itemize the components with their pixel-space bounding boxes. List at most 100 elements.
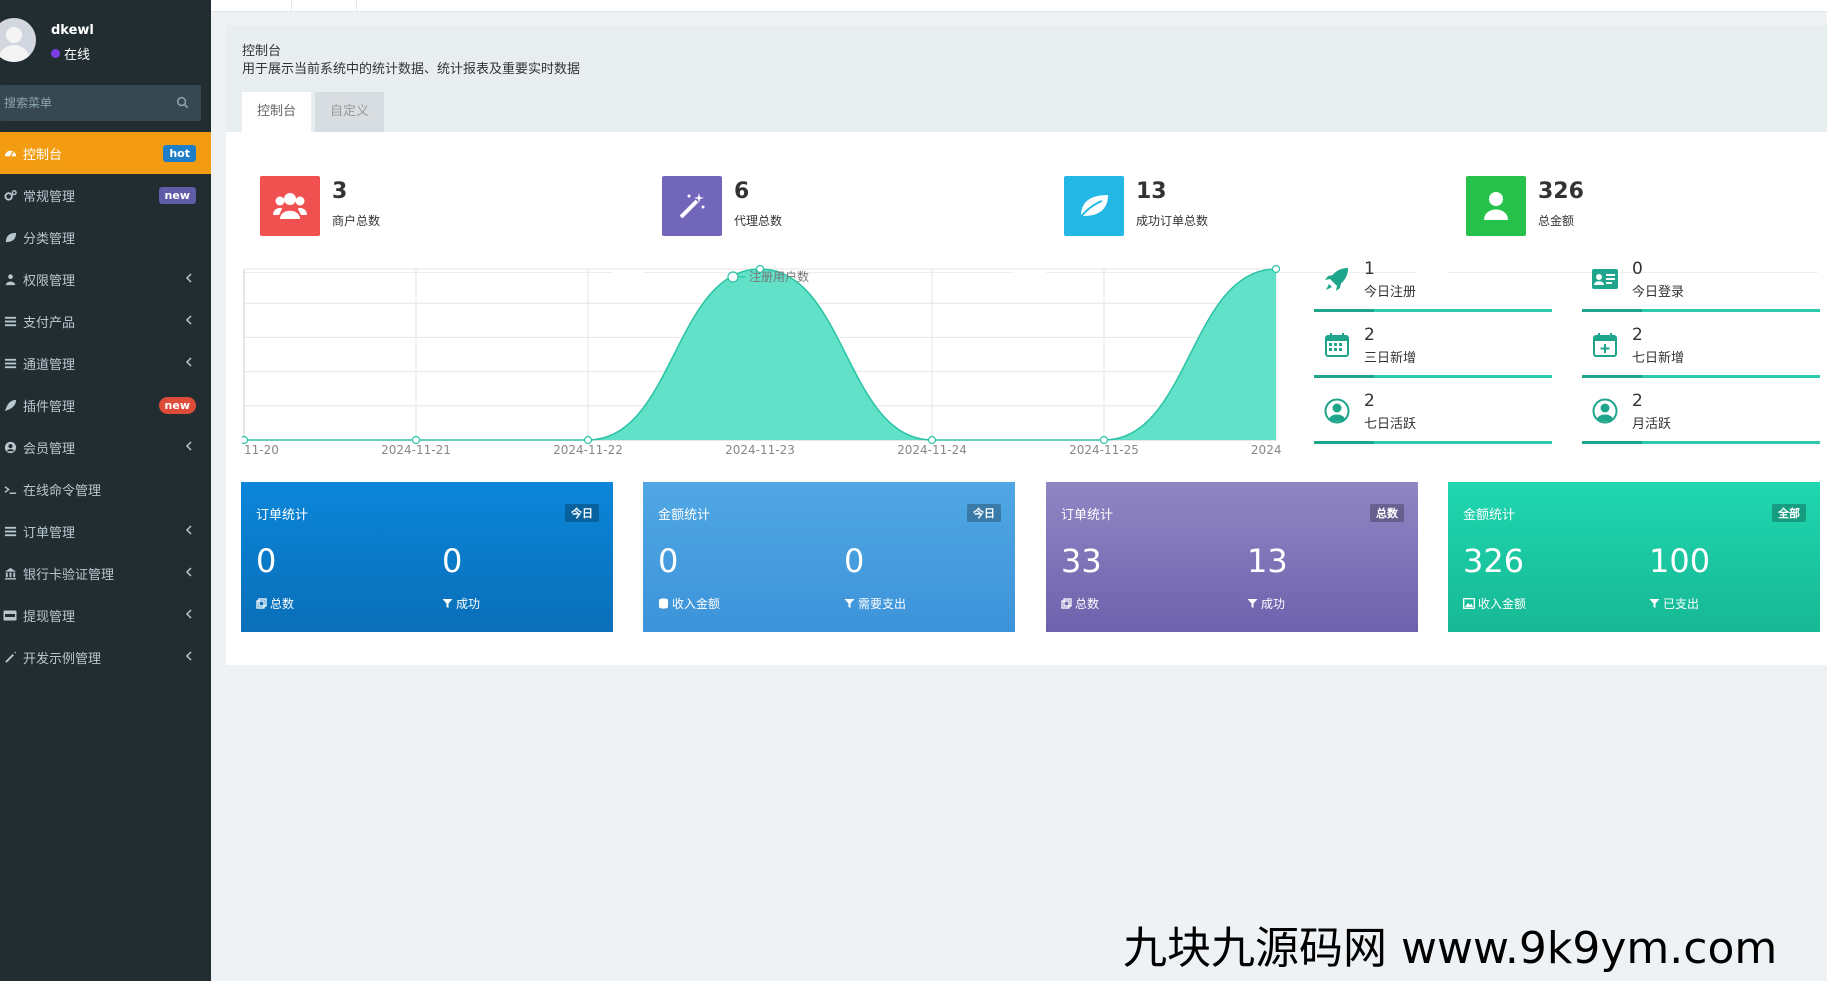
card-value: 326	[1463, 542, 1525, 580]
list-icon	[3, 356, 17, 370]
sidebar-item-member[interactable]: 会员管理	[0, 426, 211, 468]
card-title: 金额统计	[1463, 508, 1516, 523]
x-tick-label: 2024-11-22	[553, 443, 623, 455]
copy-icon	[256, 598, 267, 609]
card-value: 0	[256, 542, 277, 580]
mini-stat-label: 今日注册	[1364, 285, 1417, 300]
search-input[interactable]	[0, 85, 170, 121]
card-label-text: 总数	[1075, 597, 1100, 611]
user-status: 在线	[51, 44, 90, 63]
leaf-icon	[3, 230, 17, 244]
mini-stat-seven-day-new: 2 七日新增	[1582, 323, 1820, 378]
stat-value: 3	[332, 179, 348, 204]
card-amount-all: 金额统计 全部 326 收入金额 100 已支出	[1448, 482, 1820, 632]
sidebar-item-label: 常规管理	[23, 189, 76, 205]
user-panel: dkewl 在线	[0, 0, 211, 84]
user-status-text: 在线	[64, 48, 91, 63]
chevron-left-icon	[185, 567, 192, 577]
card-title: 金额统计	[658, 508, 711, 523]
card-value: 100	[1649, 542, 1711, 580]
stat-label: 成功订单总数	[1136, 214, 1209, 228]
users-icon	[260, 176, 320, 236]
sidebar-item-withdraw[interactable]: 提现管理	[0, 594, 211, 636]
sidebar-item-command[interactable]: 在线命令管理	[0, 468, 211, 510]
filter-icon	[1247, 599, 1258, 608]
page-description: 用于展示当前系统中的统计数据、统计报表及重要实时数据	[242, 62, 581, 77]
sidebar: dkewl 在线 控制台 hot 常规管理 new 分类管理 权限管理	[0, 0, 211, 981]
tab-dashboard[interactable]: 控制台	[242, 92, 312, 132]
panel-tabs: 控制台 自定义	[242, 92, 388, 132]
mini-stat-value: 2	[1364, 391, 1375, 411]
sidebar-item-label: 在线命令管理	[23, 483, 102, 499]
chevron-left-icon	[185, 315, 192, 325]
sidebar-item-label: 会员管理	[23, 441, 76, 457]
card-order-today: 订单统计 今日 0 总数 0 成功	[241, 482, 613, 632]
sidebar-item-label: 支付产品	[23, 315, 76, 331]
sidebar-item-pay-product[interactable]: 支付产品	[0, 300, 211, 342]
card-badge: 今日	[565, 504, 599, 522]
mini-stat-label: 七日新增	[1632, 351, 1685, 366]
card-value: 33	[1061, 542, 1102, 580]
card-label-text: 已支出	[1663, 597, 1700, 611]
card-label-text: 需要支出	[858, 597, 907, 611]
card-badge: 全部	[1772, 504, 1806, 522]
x-tick-label: 2024-11-21	[381, 443, 451, 455]
page-title: 控制台	[242, 44, 282, 59]
watermark: 九块九源码网 www.9k9ym.com	[1123, 923, 1778, 974]
copy-icon	[1061, 598, 1072, 609]
card-label-text: 收入金额	[1478, 597, 1527, 611]
mini-stat-label: 三日新增	[1364, 351, 1417, 366]
sidebar-item-channel[interactable]: 通道管理	[0, 342, 211, 384]
cogs-icon	[3, 188, 17, 202]
card-label: 已支出	[1649, 595, 1699, 612]
filter-icon	[844, 599, 855, 608]
stat-value: 6	[734, 179, 750, 204]
list-icon	[3, 524, 17, 538]
online-dot-icon	[51, 49, 60, 58]
sidebar-item-dashboard[interactable]: 控制台 hot	[0, 132, 211, 174]
sidebar-item-category[interactable]: 分类管理	[0, 216, 211, 258]
search-icon[interactable]	[176, 96, 189, 109]
visa-card-icon	[3, 608, 17, 622]
x-tick-label: 2024-11-23	[725, 443, 795, 455]
tab-custom[interactable]: 自定义	[315, 92, 385, 132]
mini-stat-label: 七日活跃	[1364, 417, 1417, 432]
sidebar-item-label: 订单管理	[23, 525, 76, 541]
chevron-left-icon	[185, 357, 192, 367]
panel-header: 控制台 用于展示当前系统中的统计数据、统计报表及重要实时数据 控制台 自定义	[226, 25, 1827, 132]
image-icon	[1463, 598, 1475, 609]
sidebar-item-plugin[interactable]: 插件管理 new	[0, 384, 211, 426]
stat-value: 326	[1538, 179, 1584, 204]
user-icon	[1466, 176, 1526, 236]
x-tick-label: 2024-11-24	[897, 443, 967, 455]
sidebar-item-auth[interactable]: 权限管理	[0, 258, 211, 300]
card-amount-today: 金额统计 今日 0 收入金额 0 需要支出	[643, 482, 1015, 632]
bank-icon	[3, 566, 17, 580]
mini-stat-label: 今日登录	[1632, 285, 1685, 300]
magic-wand-icon	[3, 650, 17, 664]
stat-label: 代理总数	[734, 214, 783, 228]
card-label: 收入金额	[658, 595, 720, 612]
card-label: 总数	[1061, 595, 1099, 612]
user-circle-icon	[1590, 396, 1620, 426]
chevron-left-icon	[185, 609, 192, 619]
card-order-total: 订单统计 总数 33 总数 13 成功	[1046, 482, 1418, 632]
sidebar-item-order[interactable]: 订单管理	[0, 510, 211, 552]
menu-search	[0, 85, 201, 121]
mini-stat-three-day-new: 2 三日新增	[1314, 323, 1552, 378]
mini-stat-today-register: 1 今日注册	[1314, 257, 1552, 312]
sidebar-item-general[interactable]: 常规管理 new	[0, 174, 211, 216]
avatar[interactable]	[0, 18, 36, 62]
legend-marker	[727, 271, 739, 283]
nav-tab[interactable]	[291, 0, 357, 12]
sidebar-menu: 控制台 hot 常规管理 new 分类管理 权限管理 支付产品 通道管理 插件管…	[0, 132, 211, 678]
terminal-icon	[3, 482, 17, 496]
legend-label: 注册用户数	[749, 269, 809, 284]
sidebar-item-bankcard[interactable]: 银行卡验证管理	[0, 552, 211, 594]
card-label-text: 成功	[1261, 597, 1286, 611]
sidebar-item-example[interactable]: 开发示例管理	[0, 636, 211, 678]
mini-stat-monthly-active: 2 月活跃	[1582, 389, 1820, 444]
card-label-text: 收入金额	[672, 597, 721, 611]
sidebar-item-label: 插件管理	[23, 399, 76, 415]
new-badge: new	[158, 187, 196, 204]
